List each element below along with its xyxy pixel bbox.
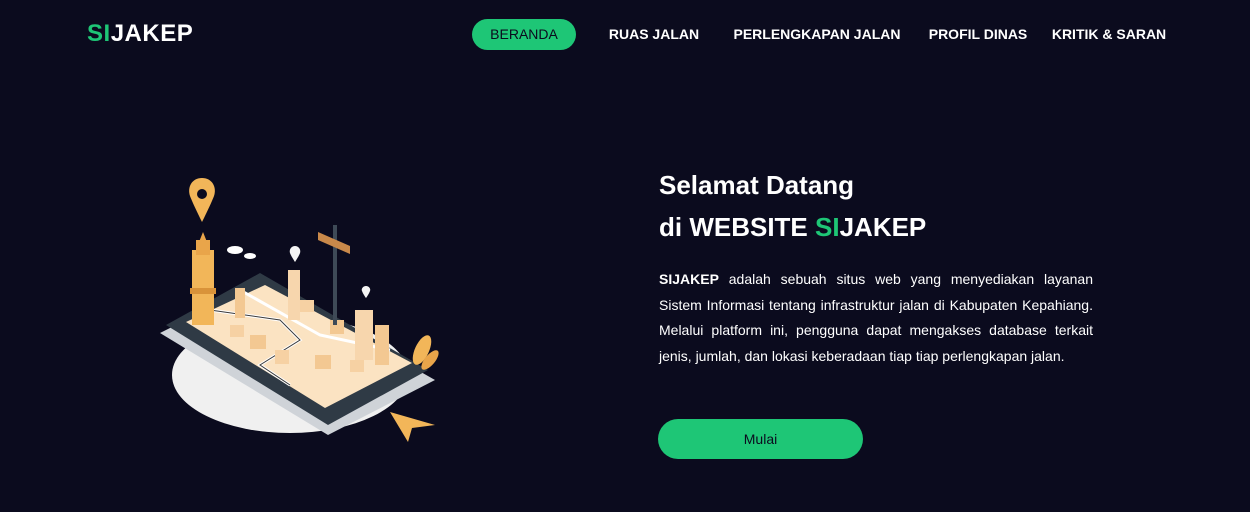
hero-description-bold: SIJAKEP bbox=[659, 271, 719, 287]
isometric-city-map-illustration bbox=[160, 178, 439, 442]
nav-item-ruas-jalan[interactable]: RUAS JALAN bbox=[600, 19, 708, 50]
hero-illustration bbox=[150, 170, 450, 450]
nav-item-beranda[interactable]: BERANDA bbox=[472, 19, 576, 50]
hero-title-line1: Selamat Datang bbox=[659, 170, 855, 200]
mulai-button[interactable]: Mulai bbox=[658, 419, 863, 459]
nav-item-kritik-saran[interactable]: KRITIK & SARAN bbox=[1050, 19, 1168, 50]
hero-title-rest: JAKEP bbox=[839, 212, 927, 242]
main-nav: BERANDA RUAS JALAN PERLENGKAPAN JALAN PR… bbox=[0, 19, 1250, 50]
hero-description: SIJAKEP adalah sebuah situs web yang men… bbox=[659, 267, 1093, 369]
hero-title: Selamat Datang di WEBSITE SIJAKEP bbox=[659, 164, 926, 248]
nav-item-profil-dinas[interactable]: PROFIL DINAS bbox=[924, 19, 1032, 50]
hero-description-text: adalah sebuah situs web yang menyediakan… bbox=[659, 271, 1093, 364]
nav-item-perlengkapan-jalan[interactable]: PERLENGKAPAN JALAN bbox=[730, 19, 904, 50]
hero-title-prefix: di WEBSITE bbox=[659, 212, 815, 242]
hero-title-line2: di WEBSITE SIJAKEP bbox=[659, 206, 926, 248]
hero-title-accent: SI bbox=[815, 212, 840, 242]
